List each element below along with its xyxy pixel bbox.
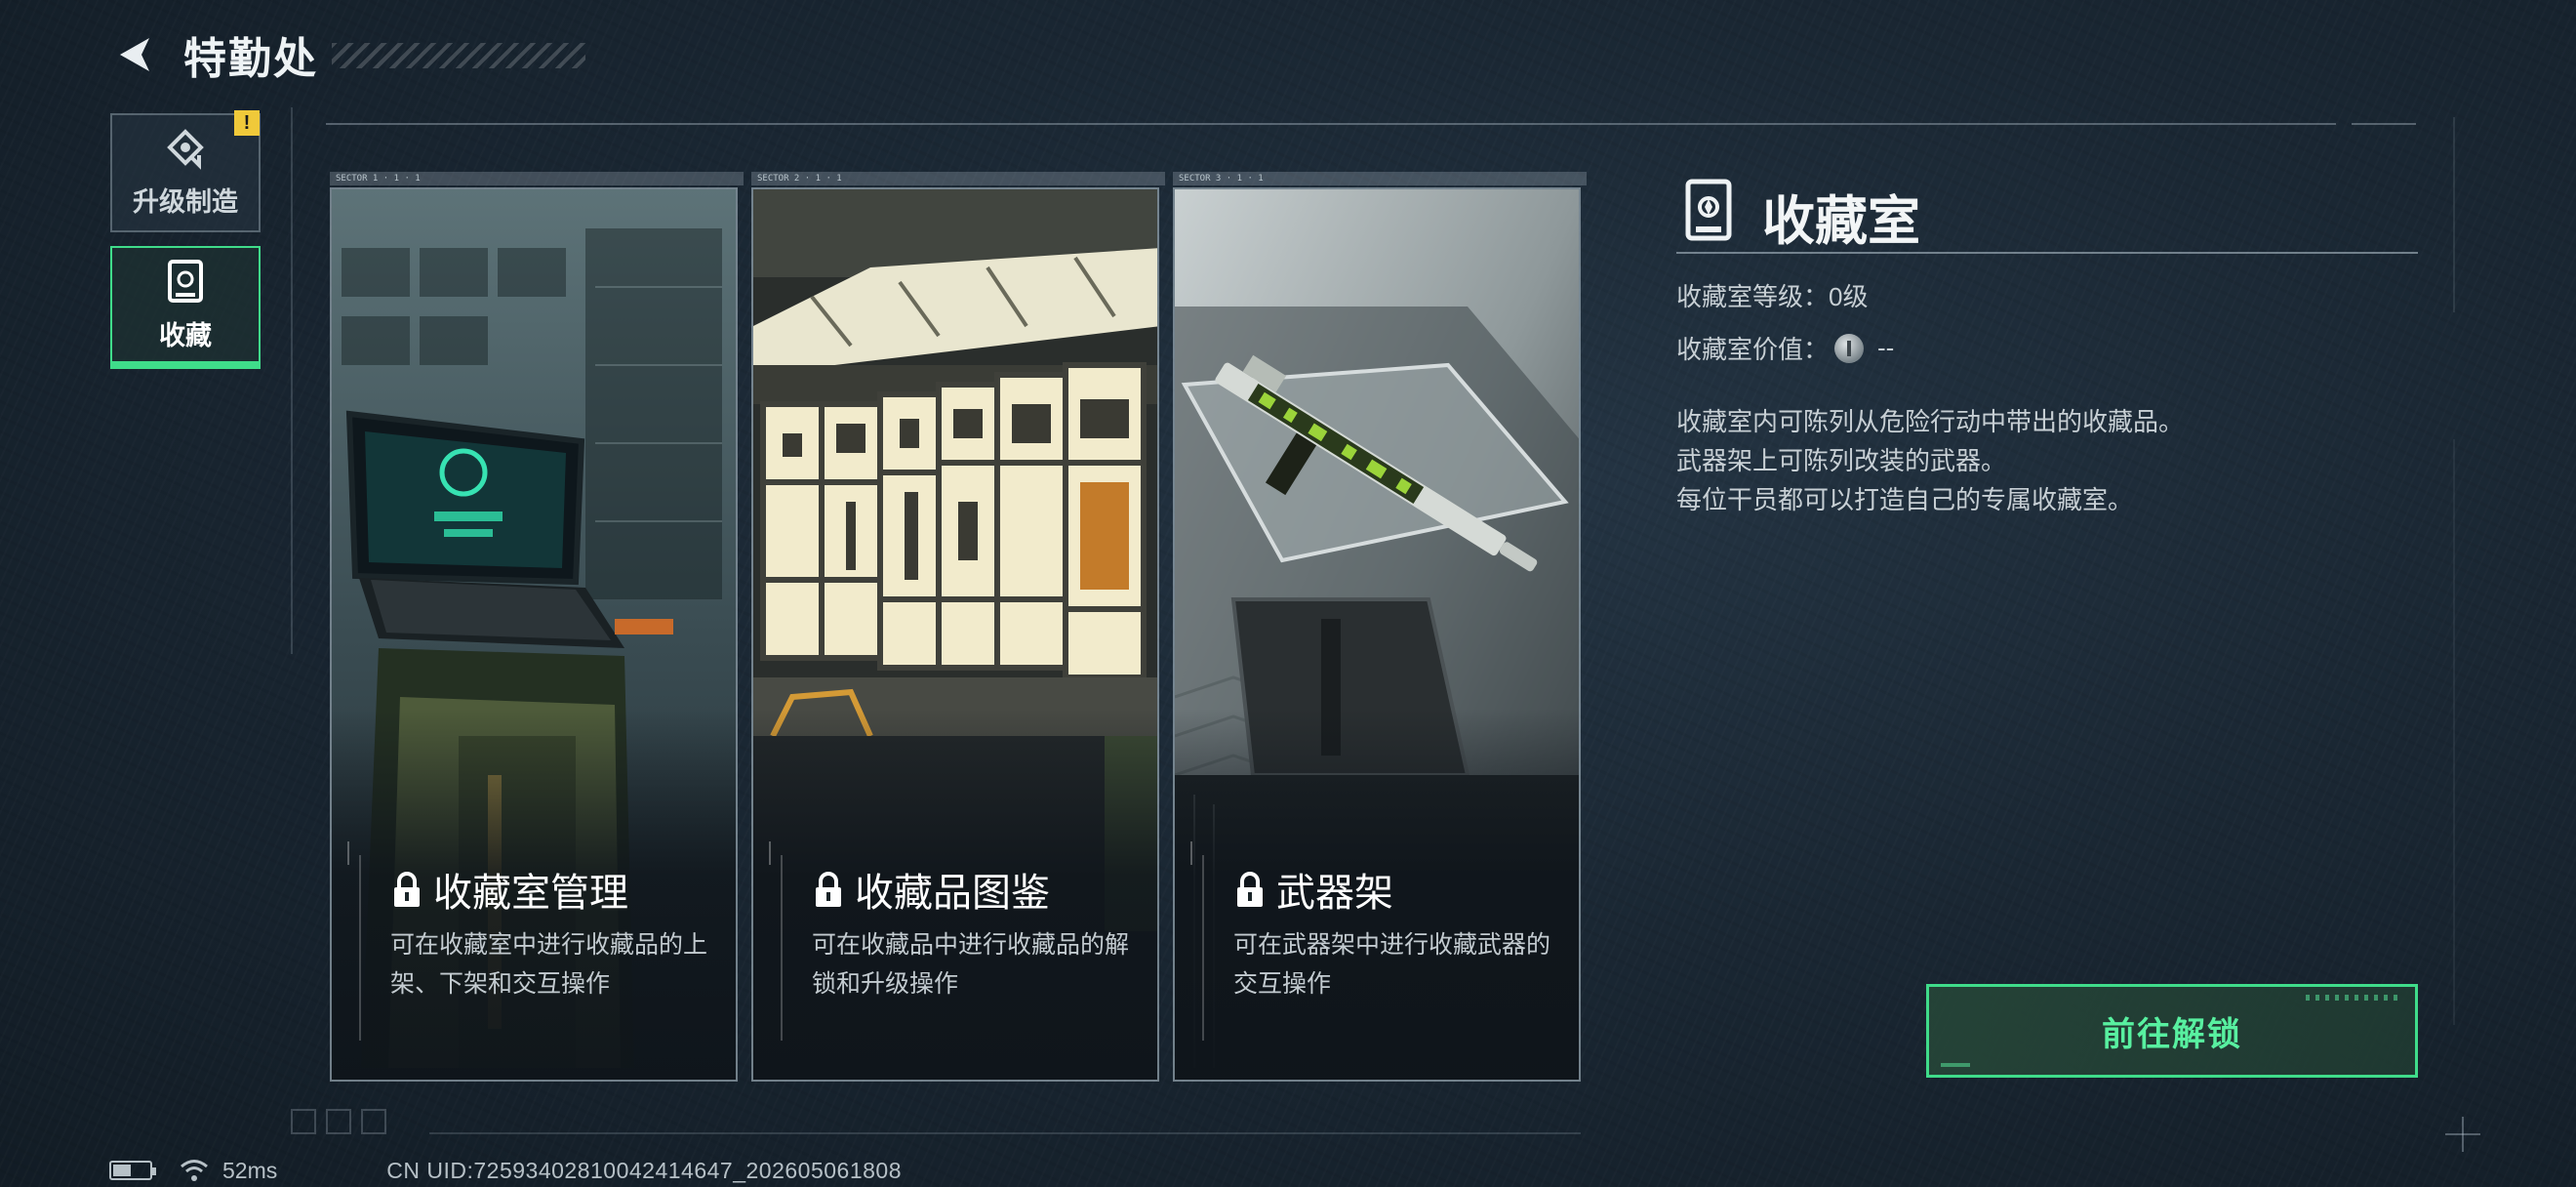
card-title: 武器架 — [1233, 861, 1393, 918]
divider — [326, 123, 2336, 125]
level-value: 0级 — [1829, 282, 1869, 311]
card-title: 收藏室管理 — [390, 861, 628, 918]
card-title: 收藏品图鉴 — [812, 861, 1050, 918]
card-collection-room-management[interactable]: 收藏室管理 可在收藏室中进行收藏品的上架、下架和交互操作 — [330, 187, 738, 1082]
card-tag: SECTOR 3 · 1 · 1 — [1173, 172, 1587, 185]
collection-value-row: 收藏室价值： -- — [1676, 330, 1894, 366]
back-arrow-icon — [120, 38, 149, 71]
card-collection-catalog[interactable]: 收藏品图鉴 可在收藏品中进行收藏品的解锁和升级操作 — [751, 187, 1159, 1082]
currency-icon — [1834, 333, 1865, 363]
title-decoration — [332, 43, 585, 68]
lock-icon — [816, 872, 841, 907]
card-tag: SECTOR 2 · 1 · 1 — [751, 172, 1165, 185]
card-tag: SECTOR 1 · 1 · 1 — [330, 172, 744, 185]
go-unlock-button[interactable]: 前往解锁 — [1926, 984, 2418, 1078]
card-weapon-rack[interactable]: 武器架 可在武器架中进行收藏武器的交互操作 — [1173, 187, 1581, 1082]
card-description: 可在收藏品中进行收藏品的解锁和升级操作 — [812, 931, 1130, 998]
sidebar-item-label: 升级制造 — [133, 186, 238, 217]
lock-icon — [394, 872, 420, 907]
card-description: 可在武器架中进行收藏武器的交互操作 — [1233, 931, 1551, 998]
uid-text: CN UID:7259340281004241464​7_20260506180… — [386, 1157, 902, 1183]
button-decoration — [1941, 1063, 1970, 1067]
value-amount: -- — [1877, 333, 1895, 362]
wifi-icon — [181, 1160, 208, 1181]
divider — [429, 1132, 1581, 1134]
sidebar-item-collection[interactable]: 收藏 — [110, 246, 261, 369]
button-decoration — [2306, 995, 2403, 1001]
bottom-decoration — [291, 1109, 408, 1136]
upgrade-craft-icon — [167, 128, 204, 170]
ping-text: 52ms — [222, 1157, 278, 1183]
divider — [291, 107, 293, 654]
alert-badge: ! — [234, 110, 260, 136]
divider — [2453, 439, 2455, 1025]
divider — [1676, 252, 2418, 254]
panel-title: 收藏室 — [1762, 192, 1920, 251]
level-label: 收藏室等级： — [1676, 282, 1830, 311]
collection-room-icon — [168, 259, 203, 303]
corner-decoration — [781, 855, 783, 1041]
card-title-text: 武器架 — [1276, 872, 1393, 915]
sidebar-item-label: 收藏 — [159, 320, 212, 350]
go-unlock-label: 前往解锁 — [2102, 1015, 2242, 1053]
divider — [2453, 117, 2455, 312]
collection-level-row: 收藏室等级： 0级 — [1676, 277, 1868, 313]
divider — [2352, 123, 2416, 125]
lock-icon — [1237, 872, 1263, 907]
corner-decoration — [359, 855, 361, 1041]
card-title-text: 收藏室管理 — [433, 872, 628, 915]
card-description: 可在收藏室中进行收藏品的上架、下架和交互操作 — [390, 931, 708, 998]
description-line: 武器架上可陈列改装的武器。 — [1676, 446, 2007, 475]
back-button[interactable] — [107, 27, 162, 82]
description-line: 收藏室内可陈列从危险行动中带出的收藏品。 — [1676, 407, 2185, 436]
collection-room-icon — [1685, 179, 1732, 241]
description-line: 每位干员都可以打造自己的专属收藏室。 — [1676, 485, 2134, 514]
corner-decoration — [1202, 855, 1204, 1041]
panel-description: 收藏室内可陈列从危险行动中带出的收藏品。 武器架上可陈列改装的武器。 每位干员都… — [1676, 402, 2184, 519]
page-header: 特勤处 — [107, 27, 318, 83]
card-title-text: 收藏品图鉴 — [855, 872, 1050, 915]
crosshair-decoration — [2445, 1117, 2480, 1152]
battery-icon — [109, 1161, 156, 1180]
status-bar: 52ms CN UID:7259340281004241464​7_202605… — [109, 1156, 902, 1185]
page-title: 特勤处 — [183, 35, 318, 83]
value-label: 收藏室价值： — [1676, 335, 1830, 364]
